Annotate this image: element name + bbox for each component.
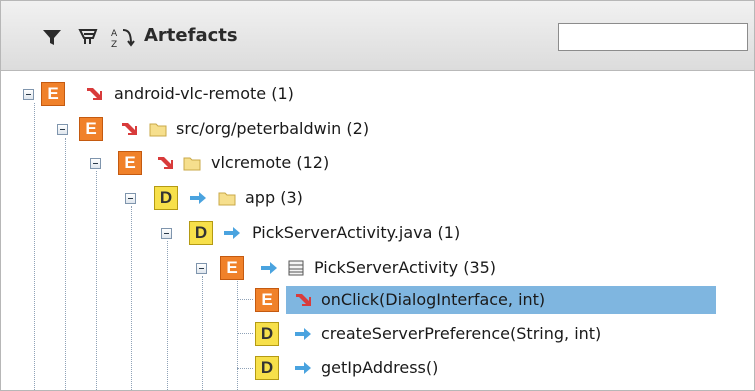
tree-node-label: vlcremote (12) [211,153,330,172]
collapse-toggle-icon[interactable] [23,89,34,100]
e-badge-icon: E [255,288,279,312]
d-badge-icon: D [189,221,213,245]
tree-node-label: createServerPreference(String, int) [321,324,602,343]
red-arrow-icon [122,123,137,135]
tree-node-app[interactable]: D app (3) [1,184,501,212]
search-input[interactable] [558,23,748,51]
collapse-toggle-icon[interactable] [57,124,68,135]
collapse-toggle-icon[interactable] [125,193,136,204]
blue-arrow-icon [261,262,277,274]
e-badge-icon: E [220,256,244,280]
panel-toolbar: A Z Artefacts [1,1,754,71]
artefacts-panel: A Z Artefacts E android-vlc-remote (1) E… [0,0,755,391]
blue-arrow-icon [190,192,206,204]
red-arrow-icon [87,88,102,100]
tree-node-label: src/org/peterbaldwin (2) [176,119,370,138]
tree-node-label: android-vlc-remote (1) [114,84,294,103]
filter-icon[interactable] [41,26,63,48]
tree-node-vlcremote[interactable]: E vlcremote (12) [1,149,501,177]
tree-node-label: getIpAddress() [321,358,439,377]
folder-icon [149,123,167,137]
tree-node-android-vlc-remote[interactable]: E android-vlc-remote (1) [1,80,401,108]
tree-node-pickserveractivity-java[interactable]: D PickServerActivity.java (1) [1,219,541,247]
blue-arrow-icon [295,328,311,340]
sort-icon[interactable]: A Z [109,26,139,48]
tree-node-src-org-peterbaldwin[interactable]: E src/org/peterbaldwin (2) [1,115,501,143]
folder-icon [218,192,236,206]
red-arrow-icon [296,294,311,306]
red-arrow-icon [158,157,173,169]
collapse-toggle-icon[interactable] [161,228,172,239]
blue-arrow-icon [295,362,311,374]
artefact-tree: E android-vlc-remote (1) E src/org/peter… [1,71,754,390]
filter-cart-icon[interactable] [77,26,99,48]
panel-title: Artefacts [144,25,238,46]
d-badge-icon: D [154,186,178,210]
tree-node-createserverpreference[interactable]: D createServerPreference(String, int) [1,320,721,348]
e-badge-icon: E [79,117,103,141]
tree-node-label: app (3) [245,188,303,207]
tree-node-label: PickServerActivity.java (1) [252,223,461,242]
collapse-toggle-icon[interactable] [196,263,207,274]
tree-node-getipaddress[interactable]: D getIpAddress() [1,354,721,382]
folder-icon [183,157,201,171]
e-badge-icon: E [41,82,65,106]
tree-node-label: onClick(DialogInterface, int) [321,290,546,309]
e-badge-icon: E [118,151,142,175]
d-badge-icon: D [255,322,279,346]
blue-arrow-icon [224,227,240,239]
svg-text:A: A [111,29,118,39]
tree-node-onclick[interactable]: E onClick(DialogInterface, int) [1,286,721,314]
svg-text:Z: Z [111,40,117,48]
tree-node-pickserveractivity-class[interactable]: E PickServerActivity (35) [1,254,561,282]
class-icon [288,260,304,276]
d-badge-icon: D [255,356,279,380]
tree-node-label: PickServerActivity (35) [314,258,497,277]
collapse-toggle-icon[interactable] [90,158,101,169]
